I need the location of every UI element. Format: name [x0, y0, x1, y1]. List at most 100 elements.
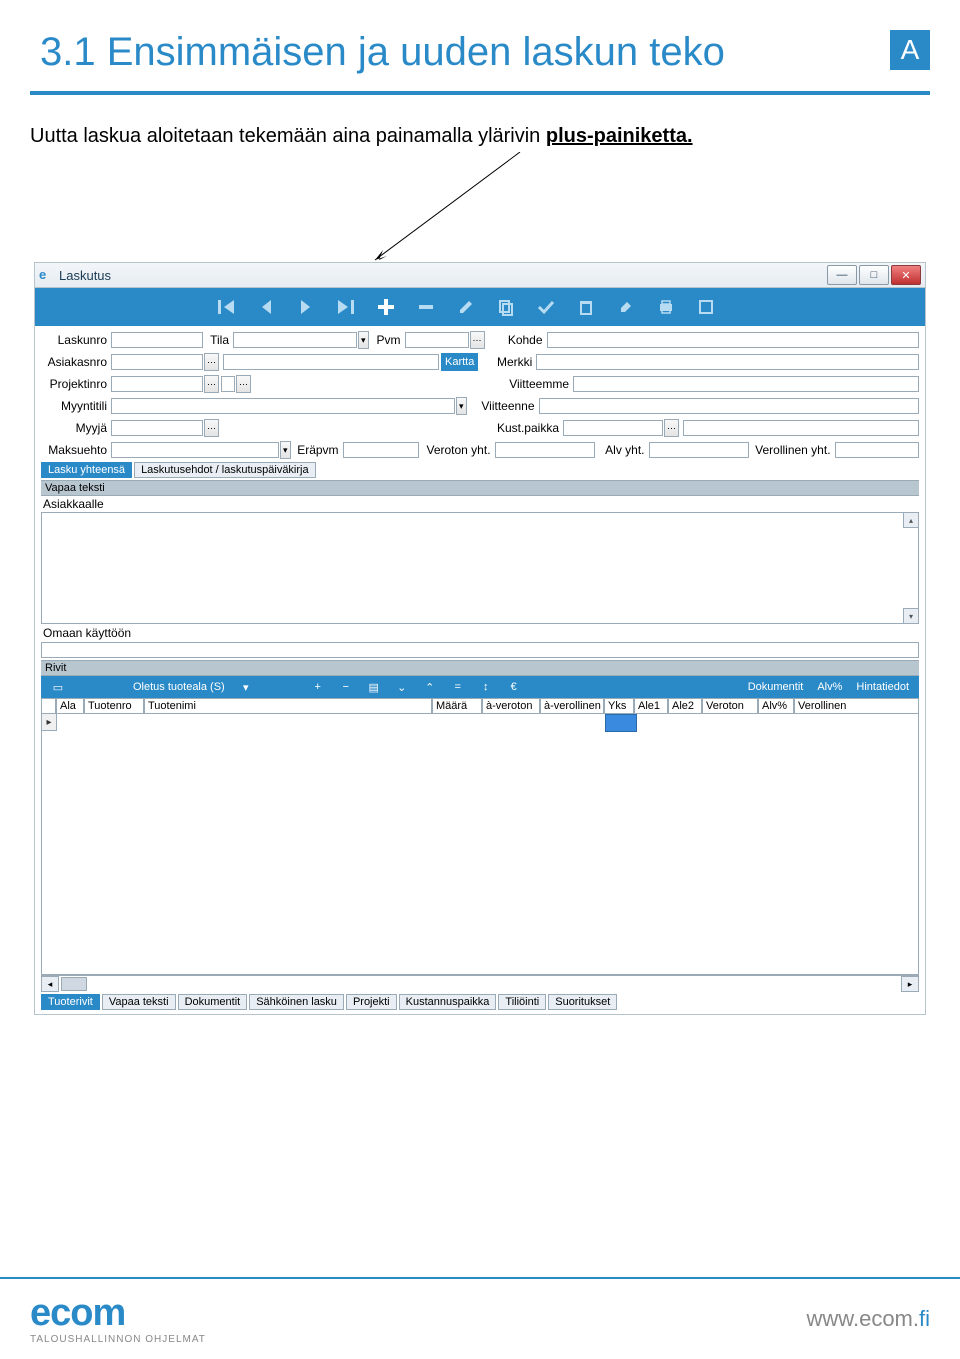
tab-suoritukset[interactable]: Suoritukset: [548, 994, 617, 1010]
close-button[interactable]: ✕: [891, 265, 921, 285]
input-pvm[interactable]: [405, 332, 469, 348]
input-viitteemme[interactable]: [573, 376, 919, 392]
textarea-asiakkaalle[interactable]: ▴ ▾: [41, 512, 919, 624]
plus-icon[interactable]: [375, 296, 397, 318]
minus-icon[interactable]: [415, 296, 437, 318]
picker-myyja[interactable]: ⋯: [204, 419, 219, 437]
picker-projektinro-1[interactable]: ⋯: [204, 375, 219, 393]
tab-projekti[interactable]: Projekti: [346, 994, 397, 1010]
input-projektinro[interactable]: [111, 376, 203, 392]
row-minus-icon[interactable]: −: [339, 681, 353, 693]
row-eq-icon[interactable]: =: [451, 681, 465, 693]
input-omaan[interactable]: [41, 642, 919, 658]
first-icon[interactable]: [215, 296, 237, 318]
col-yks[interactable]: Yks: [604, 699, 634, 714]
brush-icon[interactable]: [615, 296, 637, 318]
col-verollinen[interactable]: Verollinen: [794, 699, 919, 714]
dropdown-maksuehto[interactable]: ▾: [280, 441, 291, 459]
hscroll[interactable]: ◂ ▸: [41, 975, 919, 992]
input-laskunro[interactable]: [111, 332, 203, 348]
table-icon[interactable]: ▭: [51, 681, 65, 694]
row-list-icon[interactable]: ▤: [367, 681, 381, 694]
tab-dokumentit[interactable]: Dokumentit: [178, 994, 248, 1010]
tab-tuoterivit[interactable]: Tuoterivit: [41, 994, 100, 1010]
dropdown-tila[interactable]: ▾: [358, 331, 369, 349]
edit-icon[interactable]: [455, 296, 477, 318]
tab-tiliointi[interactable]: Tiliöinti: [498, 994, 546, 1010]
active-cell[interactable]: [605, 714, 637, 732]
col-ale2[interactable]: Ale2: [668, 699, 702, 714]
row-euro-icon[interactable]: €: [507, 681, 521, 693]
check-icon[interactable]: [535, 296, 557, 318]
export-icon[interactable]: [695, 296, 717, 318]
col-averoton[interactable]: à-veroton: [482, 699, 540, 714]
tab-kustannuspaikka[interactable]: Kustannuspaikka: [399, 994, 497, 1010]
prev-icon[interactable]: [255, 296, 277, 318]
input-alv[interactable]: [649, 442, 749, 458]
scroll-thumb[interactable]: [61, 977, 87, 991]
copy-icon[interactable]: [495, 296, 517, 318]
tabs-summary: Lasku yhteensä Laskutusehdot / laskutusp…: [41, 462, 919, 478]
input-myyja[interactable]: [111, 420, 203, 436]
picker-pvm[interactable]: ⋯: [470, 331, 485, 349]
minimize-button[interactable]: —: [827, 265, 857, 285]
input-asiakas-name[interactable]: [223, 354, 439, 370]
col-veroton[interactable]: Veroton: [702, 699, 758, 714]
input-verollinen[interactable]: [835, 442, 919, 458]
oletus-dropdown[interactable]: ▾: [239, 681, 253, 694]
input-myyntitili[interactable]: [111, 398, 455, 414]
row-sort-icon[interactable]: ↕: [479, 681, 493, 693]
next-icon[interactable]: [295, 296, 317, 318]
input-projektinro-2[interactable]: [221, 376, 235, 392]
input-asiakasnro[interactable]: [111, 354, 203, 370]
app-title: Laskutus: [59, 268, 111, 283]
picker-projektinro-2[interactable]: ⋯: [236, 375, 251, 393]
label-laskunro: Laskunro: [41, 333, 111, 347]
picker-asiakasnro[interactable]: ⋯: [204, 353, 219, 371]
row-marker[interactable]: ▸: [42, 714, 57, 731]
maximize-button[interactable]: □: [859, 265, 889, 285]
tab-vapaa[interactable]: Vapaa teksti: [102, 994, 176, 1010]
input-merkki[interactable]: [536, 354, 919, 370]
grid: Ala Tuotenro Tuotenimi Määrä à-veroton à…: [41, 698, 919, 992]
picker-kustpaikka[interactable]: ⋯: [664, 419, 679, 437]
input-kohde[interactable]: [547, 332, 919, 348]
input-erapvm[interactable]: [343, 442, 419, 458]
kartta-button[interactable]: Kartta: [441, 353, 478, 371]
col-ala[interactable]: Ala: [56, 699, 84, 714]
row-up-icon[interactable]: ⌃: [423, 681, 437, 694]
tab-laskutusehdot[interactable]: Laskutusehdot / laskutuspäiväkirja: [134, 462, 316, 478]
row-down-icon[interactable]: ⌄: [395, 681, 409, 694]
dropdown-myyntitili[interactable]: ▾: [456, 397, 467, 415]
dokumentit-btn[interactable]: Dokumentit: [748, 681, 804, 693]
col-ale1[interactable]: Ale1: [634, 699, 668, 714]
scroll-down[interactable]: ▾: [903, 608, 918, 623]
alvp-btn[interactable]: Alv%: [817, 681, 842, 693]
print-icon[interactable]: [655, 296, 677, 318]
tab-sahkoinen[interactable]: Sähköinen lasku: [249, 994, 344, 1010]
hintatiedot-btn[interactable]: Hintatiedot: [856, 681, 909, 693]
col-tuotenimi[interactable]: Tuotenimi: [144, 699, 432, 714]
form-area: Laskunro Tila ▾ Pvm ⋯ Kohde Asiakasnro ⋯…: [35, 326, 925, 1010]
input-veroton[interactable]: [495, 442, 595, 458]
scroll-up[interactable]: ▴: [903, 513, 918, 528]
input-viitteenne[interactable]: [539, 398, 919, 414]
oletus-label[interactable]: Oletus tuoteala (S): [133, 681, 225, 693]
input-tila[interactable]: [233, 332, 357, 348]
last-icon[interactable]: [335, 296, 357, 318]
tab-lasku-yhteensa[interactable]: Lasku yhteensä: [41, 462, 132, 478]
scroll-right[interactable]: ▸: [901, 976, 919, 992]
col-tuotenro[interactable]: Tuotenro: [84, 699, 144, 714]
input-maksuehto[interactable]: [111, 442, 279, 458]
grid-body[interactable]: ▸: [41, 714, 919, 975]
input-kustpaikka-name[interactable]: [683, 420, 919, 436]
col-alvp[interactable]: Alv%: [758, 699, 794, 714]
col-averollinen[interactable]: à-verollinen: [540, 699, 604, 714]
scroll-left[interactable]: ◂: [41, 976, 59, 992]
label-verollinen: Verollinen yht.: [749, 443, 835, 457]
col-maara[interactable]: Määrä: [432, 699, 482, 714]
section-omaan: Omaan käyttöön: [41, 624, 919, 642]
row-plus-icon[interactable]: +: [311, 681, 325, 693]
trash-icon[interactable]: [575, 296, 597, 318]
input-kustpaikka[interactable]: [563, 420, 663, 436]
